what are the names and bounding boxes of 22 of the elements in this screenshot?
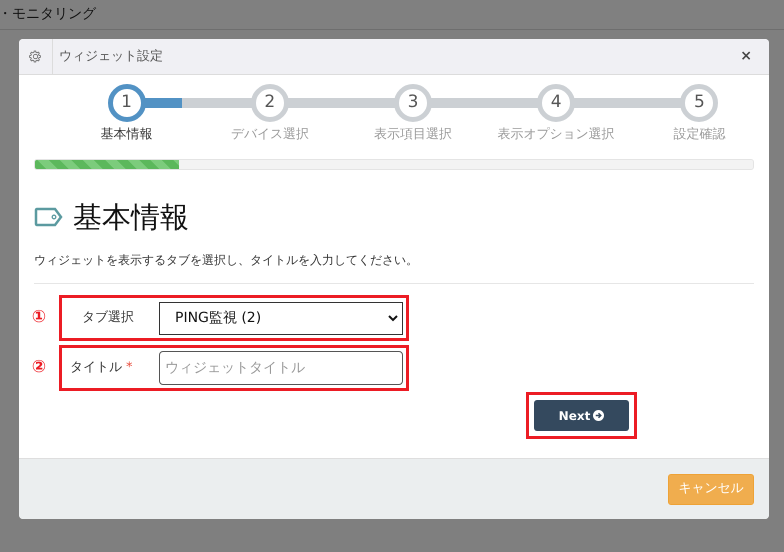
step-label: 表示オプション選択	[498, 126, 615, 144]
close-button[interactable]: ×	[740, 46, 752, 67]
next-button[interactable]: Next	[534, 400, 629, 431]
page-title: ・モニタリング	[0, 5, 96, 24]
section-description: ウィジェットを表示するタブを選択し、タイトルを入力してください。	[34, 251, 754, 284]
step-label: デバイス選択	[230, 126, 309, 144]
step-label: 基本情報	[100, 126, 153, 144]
step-label: 設定確認	[673, 126, 726, 144]
step-label: 表示項目選択	[374, 126, 452, 144]
chevron-down-icon	[388, 314, 398, 322]
section-heading: 基本情報	[73, 198, 189, 236]
dialog-title: ウィジェット設定	[59, 48, 163, 66]
arrow-right-circle-icon	[593, 410, 604, 421]
field-label: タブ選択	[81, 309, 134, 328]
tab-select[interactable]: PING監視 (2)	[159, 302, 403, 334]
field-label: タイトル	[70, 359, 122, 378]
gear-icon	[29, 50, 42, 63]
required-mark: *	[126, 359, 132, 378]
tag-icon	[34, 207, 64, 228]
annotation-number: ②	[30, 356, 48, 380]
title-input[interactable]: ウィジェットタイトル	[159, 351, 403, 385]
annotation-number: ①	[30, 306, 48, 330]
